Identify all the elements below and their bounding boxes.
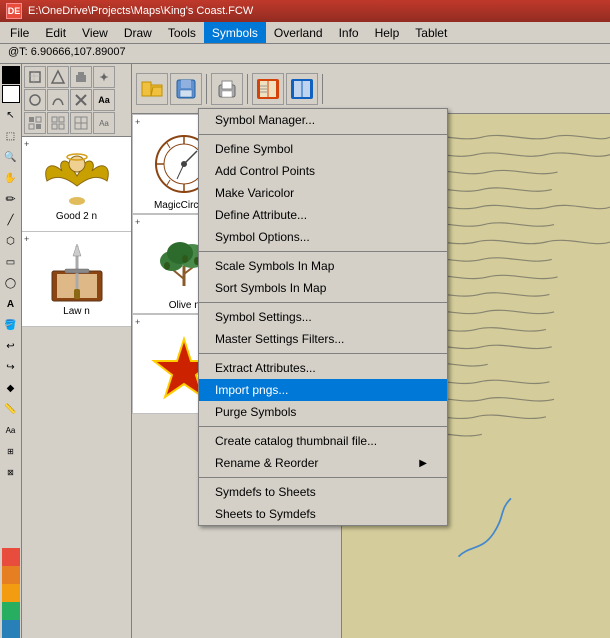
symbol-name-good2n: Good 2 n (56, 211, 97, 222)
tool-circle[interactable]: ◯ (1, 273, 21, 293)
dd-sep-2 (199, 251, 447, 252)
symbol-cell-lawn[interactable]: + Law n (22, 232, 131, 327)
tool-node[interactable]: ◆ (1, 378, 21, 398)
tb-book2[interactable] (286, 73, 318, 105)
dd-define-attribute[interactable]: Define Attribute... (199, 204, 447, 226)
dd-create-catalog[interactable]: Create catalog thumbnail file... (199, 430, 447, 452)
dd-sep-1 (199, 134, 447, 135)
mid-btn-4[interactable]: ✦ (93, 66, 115, 88)
mid-btn-8[interactable]: Aa (93, 89, 115, 111)
tb-print[interactable] (211, 73, 243, 105)
tool-fill[interactable]: 🪣 (1, 315, 21, 335)
dd-sep-5 (199, 426, 447, 427)
tb-open[interactable] (136, 73, 168, 105)
title-text: E:\OneDrive\Projects\Maps\King's Coast.F… (28, 5, 253, 17)
dd-make-varicolor[interactable]: Make Varicolor (199, 182, 447, 204)
tool-text[interactable]: A (1, 294, 21, 314)
dd-define-symbol[interactable]: Define Symbol (199, 138, 447, 160)
mid-btn-3[interactable] (70, 66, 92, 88)
mid-btn-11[interactable] (70, 112, 92, 134)
menu-symbols[interactable]: Symbols (204, 22, 266, 43)
tool-arrow[interactable]: ↖ (1, 105, 21, 125)
dd-sep-6 (199, 477, 447, 478)
menu-view[interactable]: View (74, 22, 116, 43)
title-bar: DE E:\OneDrive\Projects\Maps\King's Coas… (0, 0, 610, 22)
dd-sort-symbols[interactable]: Sort Symbols In Map (199, 277, 447, 299)
menu-edit[interactable]: Edit (37, 22, 74, 43)
main-area: ↖ ⬚ 🔍 ✋ ✏ ╱ ⬡ ▭ ◯ A 🪣 ↩ ↪ ◆ 📏 Aa ⊞ ⊠ (0, 64, 610, 638)
dd-sep-4 (199, 353, 447, 354)
status-bar: @T: 6.90666,107.89007 (0, 44, 610, 64)
tool-poly[interactable]: ⬡ (1, 231, 21, 251)
middle-panel: ✦ Aa Aa (22, 64, 132, 638)
color-white[interactable] (2, 85, 20, 103)
dropdown-menu: Symbol Manager... Define Symbol Add Cont… (198, 108, 448, 526)
toolbar-sep-3 (322, 74, 323, 104)
menu-file[interactable]: File (2, 22, 37, 43)
color-orange[interactable] (2, 566, 20, 584)
tool-extra[interactable]: ⊞ (1, 441, 21, 461)
mid-btn-9[interactable] (24, 112, 46, 134)
dd-symdefs-to-sheets[interactable]: Symdefs to Sheets (199, 481, 447, 503)
tool-line[interactable]: ╱ (1, 210, 21, 230)
tool-zoom[interactable]: 🔍 (1, 147, 21, 167)
tool-pan[interactable]: ✋ (1, 168, 21, 188)
tool-extra2[interactable]: ⊠ (1, 462, 21, 482)
mid-btn-5[interactable] (24, 89, 46, 111)
dd-extract-attributes[interactable]: Extract Attributes... (199, 357, 447, 379)
color-green[interactable] (2, 602, 20, 620)
dd-symbol-manager[interactable]: Symbol Manager... (199, 109, 447, 131)
tool-redo[interactable]: ↪ (1, 357, 21, 377)
menu-bar: File Edit View Draw Tools Symbols Overla… (0, 22, 610, 44)
menu-tools[interactable]: Tools (160, 22, 204, 43)
tb-book[interactable] (252, 73, 284, 105)
dd-symbol-options[interactable]: Symbol Options... (199, 226, 447, 248)
tool-pencil[interactable]: ✏ (1, 189, 21, 209)
menu-info[interactable]: Info (331, 22, 367, 43)
dd-sep-3 (199, 302, 447, 303)
tool-sym[interactable]: Aa (1, 420, 21, 440)
mid-btn-1[interactable] (24, 66, 46, 88)
toolbar-sep-2 (247, 74, 248, 104)
dd-master-settings[interactable]: Master Settings Filters... (199, 328, 447, 350)
dd-import-pngs[interactable]: Import pngs... (199, 379, 447, 401)
toolbar-sep-1 (206, 74, 207, 104)
tool-rect[interactable]: ▭ (1, 252, 21, 272)
tool-measure[interactable]: 📏 (1, 399, 21, 419)
symbol-name-lawn: Law n (63, 306, 90, 317)
color-yellow[interactable] (2, 584, 20, 602)
tools-panel: ↖ ⬚ 🔍 ✋ ✏ ╱ ⬡ ▭ ◯ A 🪣 ↩ ↪ ◆ 📏 Aa ⊞ ⊠ (0, 64, 22, 638)
color-red[interactable] (2, 548, 20, 566)
mid-btn-2[interactable] (47, 66, 69, 88)
dd-purge-symbols[interactable]: Purge Symbols (199, 401, 447, 423)
tool-undo[interactable]: ↩ (1, 336, 21, 356)
menu-overland[interactable]: Overland (266, 22, 331, 43)
menu-tablet[interactable]: Tablet (407, 22, 455, 43)
symbol-cell-good2n[interactable]: + Good 2 n (22, 137, 131, 232)
dd-rename-reorder[interactable]: Rename & Reorder ▶ (199, 452, 447, 474)
dd-symbol-settings[interactable]: Symbol Settings... (199, 306, 447, 328)
coords-display: @T: 6.90666,107.89007 (8, 46, 126, 58)
tool-select[interactable]: ⬚ (1, 126, 21, 146)
dd-submenu-arrow: ▶ (419, 458, 427, 469)
right-toolbar (132, 64, 610, 114)
dd-sheets-to-symdefs[interactable]: Sheets to Symdefs (199, 503, 447, 525)
tb-save[interactable] (170, 73, 202, 105)
color-black[interactable] (2, 66, 20, 84)
menu-draw[interactable]: Draw (116, 22, 160, 43)
app-icon: DE (6, 3, 22, 19)
mid-btn-6[interactable] (47, 89, 69, 111)
dd-scale-symbols[interactable]: Scale Symbols In Map (199, 255, 447, 277)
middle-toolbar: ✦ Aa Aa (22, 64, 131, 137)
dd-add-control[interactable]: Add Control Points (199, 160, 447, 182)
mid-btn-7[interactable] (70, 89, 92, 111)
mid-btn-12[interactable]: Aa (93, 112, 115, 134)
mid-btn-10[interactable] (47, 112, 69, 134)
menu-help[interactable]: Help (367, 22, 408, 43)
color-blue[interactable] (2, 620, 20, 638)
symbol-list: + Good 2 n + (22, 137, 131, 638)
